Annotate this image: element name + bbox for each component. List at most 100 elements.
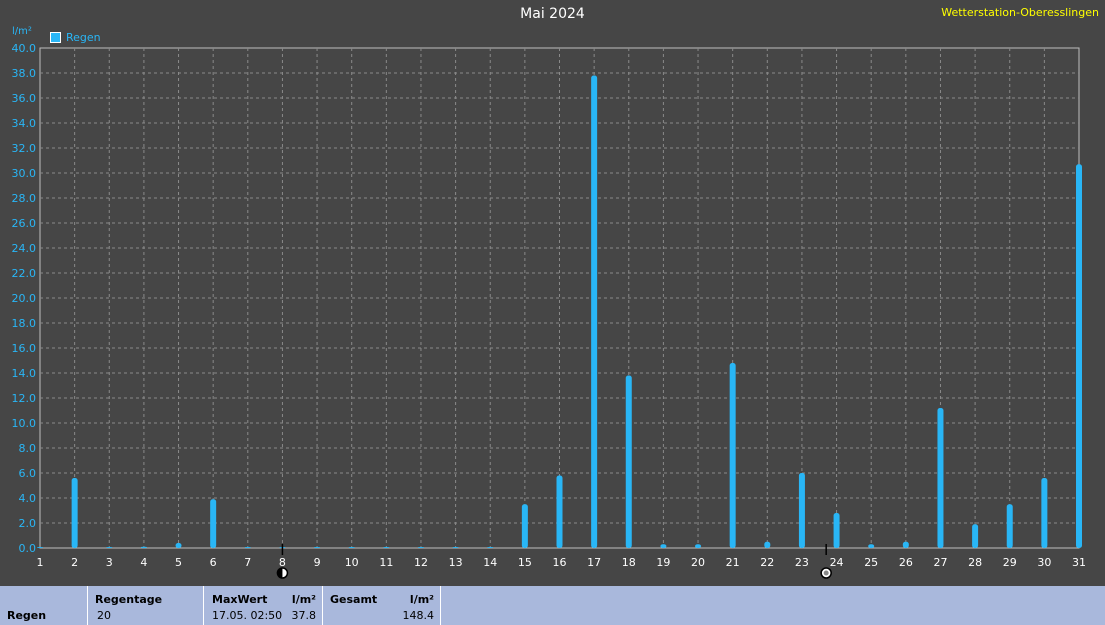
rain-bar	[210, 499, 217, 548]
x-tick-label: 13	[449, 556, 463, 569]
x-tick-label: 5	[175, 556, 182, 569]
rain-bar	[244, 547, 251, 548]
rain-bar	[556, 475, 563, 548]
rain-bar	[383, 547, 390, 548]
rain-bar	[902, 541, 909, 548]
x-axis: 1 2 3 4 5 6 7 8 9 10 11 12 13 14 15 16 17 18 19 20 21 22 23 24 2…	[37, 556, 1087, 569]
y-tick-label: 32.0	[12, 142, 37, 155]
y-tick-label: 26.0	[12, 217, 37, 230]
rain-bar	[487, 547, 494, 548]
y-tick-label: 2.0	[19, 517, 37, 530]
moon-detail	[823, 570, 829, 576]
x-tick-label: 12	[414, 556, 428, 569]
regentage-label: Regentage	[95, 593, 163, 606]
rain-bar	[140, 546, 147, 548]
chart: 0.0 2.0 4.0 6.0 8.0 10.0 12.0 14.0 16.0 18.0 20.0 2…	[12, 42, 1087, 579]
x-tick-label: 22	[760, 556, 774, 569]
gesamt-unit: l/m²	[409, 593, 434, 606]
rain-bar	[417, 547, 424, 548]
y-tick-label: 0.0	[19, 542, 37, 555]
maxwert-label: MaxWert	[212, 593, 268, 606]
station-name: Wetterstation-Oberesslingen	[941, 6, 1099, 19]
rain-bar	[106, 547, 113, 548]
y-tick-label: 30.0	[12, 167, 37, 180]
summary-bar: Regen Regentage 20 MaxWert l/m² 17.05. 0…	[0, 586, 1105, 625]
y-tick-label: 4.0	[19, 492, 37, 505]
x-tick-label: 11	[379, 556, 393, 569]
full-moon-icon	[820, 567, 832, 579]
rain-bar	[937, 408, 944, 548]
x-tick-label: 30	[1037, 556, 1051, 569]
y-tick-label: 34.0	[12, 117, 37, 130]
x-tick-label: 9	[314, 556, 321, 569]
maxwert-date: 17.05. 02:50	[212, 609, 283, 622]
x-tick-label: 10	[345, 556, 359, 569]
x-tick-label: 17	[587, 556, 601, 569]
y-tick-label: 8.0	[19, 442, 37, 455]
x-tick-label: 16	[553, 556, 567, 569]
x-tick-label: 28	[968, 556, 982, 569]
y-tick-label: 28.0	[12, 192, 37, 205]
y-axis: 0.0 2.0 4.0 6.0 8.0 10.0 12.0 14.0 16.0 18.0 20.0 2…	[12, 42, 37, 555]
x-tick-label: 24	[830, 556, 844, 569]
rain-bar	[660, 544, 667, 548]
legend[interactable]: Regen	[50, 31, 101, 44]
y-tick-label: 18.0	[12, 317, 37, 330]
summary-maxwert: MaxWert l/m² 17.05. 02:50 37.8	[204, 586, 323, 625]
x-tick-label: 18	[622, 556, 636, 569]
y-tick-label: 38.0	[12, 67, 37, 80]
rain-bar	[695, 544, 702, 548]
rain-bar	[729, 363, 736, 548]
x-tick-label: 25	[864, 556, 878, 569]
y-tick-label: 22.0	[12, 267, 37, 280]
x-tick-label: 8	[279, 556, 286, 569]
legend-swatch	[50, 32, 61, 43]
x-tick-label: 29	[1003, 556, 1017, 569]
x-tick-label: 6	[210, 556, 217, 569]
y-tick-label: 36.0	[12, 92, 37, 105]
rain-bar	[1076, 164, 1082, 548]
rain-bar	[625, 375, 632, 548]
gesamt-value: 148.4	[402, 609, 435, 622]
regentage-value: 20	[97, 609, 111, 622]
x-tick-label: 19	[656, 556, 670, 569]
x-tick-label: 27	[933, 556, 947, 569]
x-tick-label: 4	[140, 556, 147, 569]
x-tick-label: 21	[726, 556, 740, 569]
rain-bar	[71, 478, 78, 548]
new-moon-icon	[276, 567, 289, 579]
x-tick-label: 15	[518, 556, 532, 569]
summary-regentage: Regentage 20	[88, 586, 204, 625]
rain-bar	[452, 547, 459, 548]
x-tick-label: 31	[1072, 556, 1086, 569]
x-tick-label: 7	[244, 556, 251, 569]
x-tick-label: 2	[71, 556, 78, 569]
rain-bar	[972, 524, 979, 548]
y-tick-label: 6.0	[19, 467, 37, 480]
rain-bar	[798, 473, 805, 548]
rain-bar	[1006, 504, 1013, 548]
y-tick-label: 10.0	[12, 417, 37, 430]
x-tick-label: 20	[691, 556, 705, 569]
rain-bar	[764, 541, 771, 548]
legend-label: Regen	[66, 31, 101, 44]
x-tick-label: 1	[37, 556, 44, 569]
y-tick-label: 12.0	[12, 392, 37, 405]
summary-row-label: Regen	[7, 609, 47, 622]
rain-bar	[37, 547, 43, 548]
y-tick-label: 20.0	[12, 292, 37, 305]
rain-bar	[591, 75, 598, 548]
x-tick-label: 3	[106, 556, 113, 569]
y-tick-label: 40.0	[12, 42, 37, 55]
rain-bar	[833, 513, 840, 548]
chart-title: Mai 2024	[520, 6, 585, 22]
gesamt-label: Gesamt	[330, 593, 378, 606]
rain-bar	[175, 543, 182, 548]
y-tick-label: 16.0	[12, 342, 37, 355]
maxwert-unit: l/m²	[291, 593, 316, 606]
rain-bar	[348, 547, 355, 548]
summary-gesamt: Gesamt l/m² 148.4	[323, 586, 441, 625]
y-tick-label: 24.0	[12, 242, 37, 255]
rain-bar	[868, 544, 875, 548]
y-axis-unit: l/m²	[12, 26, 32, 37]
